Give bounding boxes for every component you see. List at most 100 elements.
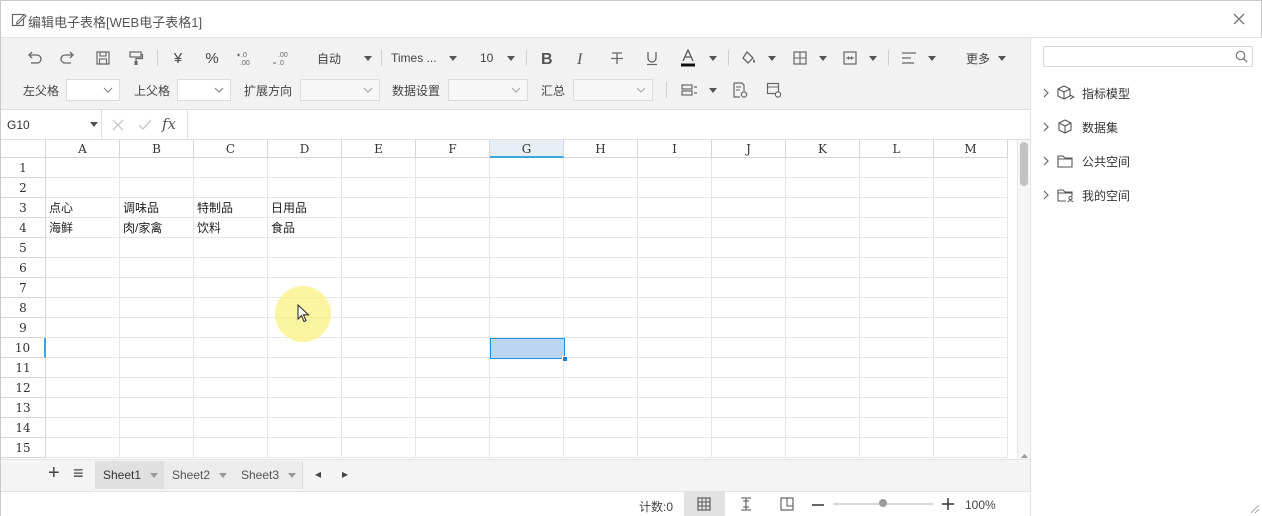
cell-a10[interactable] <box>46 338 120 358</box>
cell-b2[interactable] <box>120 178 194 198</box>
expand-direction-select[interactable] <box>300 79 380 101</box>
function-icon[interactable]: fx <box>162 115 176 133</box>
cell-e10[interactable] <box>342 338 416 358</box>
cell-e1[interactable] <box>342 158 416 178</box>
scrollbar-thumb[interactable] <box>1020 142 1028 186</box>
zoom-in-icon[interactable] <box>941 497 955 511</box>
column-header-e[interactable]: E <box>342 140 416 158</box>
cell-b10[interactable] <box>120 338 194 358</box>
row-header-11[interactable]: 11 <box>1 358 46 378</box>
tab-sheet1[interactable]: Sheet1 <box>95 461 165 489</box>
sheet-settings-button[interactable] <box>763 78 785 102</box>
cell-i14[interactable] <box>638 418 712 438</box>
cell-b15[interactable] <box>120 438 194 458</box>
cell-a11[interactable] <box>46 358 120 378</box>
spreadsheet-grid[interactable]: A B C D E F G H I J K L M 1 2 3 点心 调味品 特制品 日用品 4 海鲜 肉/家禽 饮料 食品 5 6… <box>1 140 1017 484</box>
normal-view-button[interactable] <box>684 492 725 516</box>
cell-m10[interactable] <box>934 338 1008 358</box>
cell-e11[interactable] <box>342 358 416 378</box>
cell-f3[interactable] <box>416 198 490 218</box>
cell-g6[interactable] <box>490 258 564 278</box>
cell-j4[interactable] <box>712 218 786 238</box>
cell-b8[interactable] <box>120 298 194 318</box>
cell-g8[interactable] <box>490 298 564 318</box>
cell-l15[interactable] <box>860 438 934 458</box>
cell-m14[interactable] <box>934 418 1008 438</box>
cell-e3[interactable] <box>342 198 416 218</box>
underline-button[interactable] <box>641 46 663 70</box>
cell-i8[interactable] <box>638 298 712 318</box>
cell-e4[interactable] <box>342 218 416 238</box>
tree-item-public-space[interactable]: 公共空间 <box>1041 151 1130 171</box>
cell-g9[interactable] <box>490 318 564 338</box>
zoom-slider[interactable] <box>833 499 933 507</box>
left-parent-select[interactable] <box>66 79 120 101</box>
cell-b9[interactable] <box>120 318 194 338</box>
summary-select[interactable] <box>573 79 653 101</box>
cell-h1[interactable] <box>564 158 638 178</box>
column-header-c[interactable]: C <box>194 140 268 158</box>
cell-a8[interactable] <box>46 298 120 318</box>
page-break-view-icon[interactable] <box>739 497 753 511</box>
cell-k11[interactable] <box>786 358 860 378</box>
cell-j8[interactable] <box>712 298 786 318</box>
cell-c5[interactable] <box>194 238 268 258</box>
cell-h12[interactable] <box>564 378 638 398</box>
cell-a7[interactable] <box>46 278 120 298</box>
cell-d13[interactable] <box>268 398 342 418</box>
row-header-3[interactable]: 3 <box>1 198 46 218</box>
cell-k14[interactable] <box>786 418 860 438</box>
merge-cells-button[interactable] <box>842 46 878 70</box>
cell-b1[interactable] <box>120 158 194 178</box>
cell-a9[interactable] <box>46 318 120 338</box>
cell-a3[interactable]: 点心 <box>46 198 120 218</box>
zoom-slider-knob[interactable] <box>879 499 887 507</box>
column-header-m[interactable]: M <box>934 140 1008 158</box>
cell-k13[interactable] <box>786 398 860 418</box>
insert-row-button[interactable] <box>680 78 718 102</box>
cell-c6[interactable] <box>194 258 268 278</box>
row-header-9[interactable]: 9 <box>1 318 46 338</box>
tree-item-indicator-model[interactable]: 指标模型 <box>1041 83 1130 103</box>
row-header-15[interactable]: 15 <box>1 438 46 458</box>
cell-j6[interactable] <box>712 258 786 278</box>
cell-k7[interactable] <box>786 278 860 298</box>
cell-d1[interactable] <box>268 158 342 178</box>
cell-g14[interactable] <box>490 418 564 438</box>
cell-i10[interactable] <box>638 338 712 358</box>
close-icon[interactable] <box>1230 10 1248 28</box>
row-header-14[interactable]: 14 <box>1 418 46 438</box>
font-size-dropdown[interactable]: 10 <box>480 46 520 70</box>
cell-g15[interactable] <box>490 438 564 458</box>
cell-j11[interactable] <box>712 358 786 378</box>
column-header-d[interactable]: D <box>268 140 342 158</box>
cell-i2[interactable] <box>638 178 712 198</box>
cell-f15[interactable] <box>416 438 490 458</box>
row-header-10[interactable]: 10 <box>1 338 46 358</box>
row-header-4[interactable]: 4 <box>1 218 46 238</box>
cell-g4[interactable] <box>490 218 564 238</box>
cell-d2[interactable] <box>268 178 342 198</box>
cell-a2[interactable] <box>46 178 120 198</box>
cell-d6[interactable] <box>268 258 342 278</box>
cancel-icon[interactable] <box>111 118 125 132</box>
row-header-13[interactable]: 13 <box>1 398 46 418</box>
cell-j1[interactable] <box>712 158 786 178</box>
cell-h2[interactable] <box>564 178 638 198</box>
cell-b14[interactable] <box>120 418 194 438</box>
cell-g13[interactable] <box>490 398 564 418</box>
row-header-5[interactable]: 5 <box>1 238 46 258</box>
cell-h4[interactable] <box>564 218 638 238</box>
tab-sheet3[interactable]: Sheet3 <box>233 461 303 489</box>
column-header-b[interactable]: B <box>120 140 194 158</box>
cell-e12[interactable] <box>342 378 416 398</box>
data-settings-select[interactable] <box>448 79 528 101</box>
cell-i3[interactable] <box>638 198 712 218</box>
cell-l4[interactable] <box>860 218 934 238</box>
cell-l2[interactable] <box>860 178 934 198</box>
cell-e13[interactable] <box>342 398 416 418</box>
confirm-icon[interactable] <box>137 118 153 132</box>
cell-d3[interactable]: 日用品 <box>268 198 342 218</box>
cell-g3[interactable] <box>490 198 564 218</box>
undo-button[interactable] <box>23 46 45 70</box>
